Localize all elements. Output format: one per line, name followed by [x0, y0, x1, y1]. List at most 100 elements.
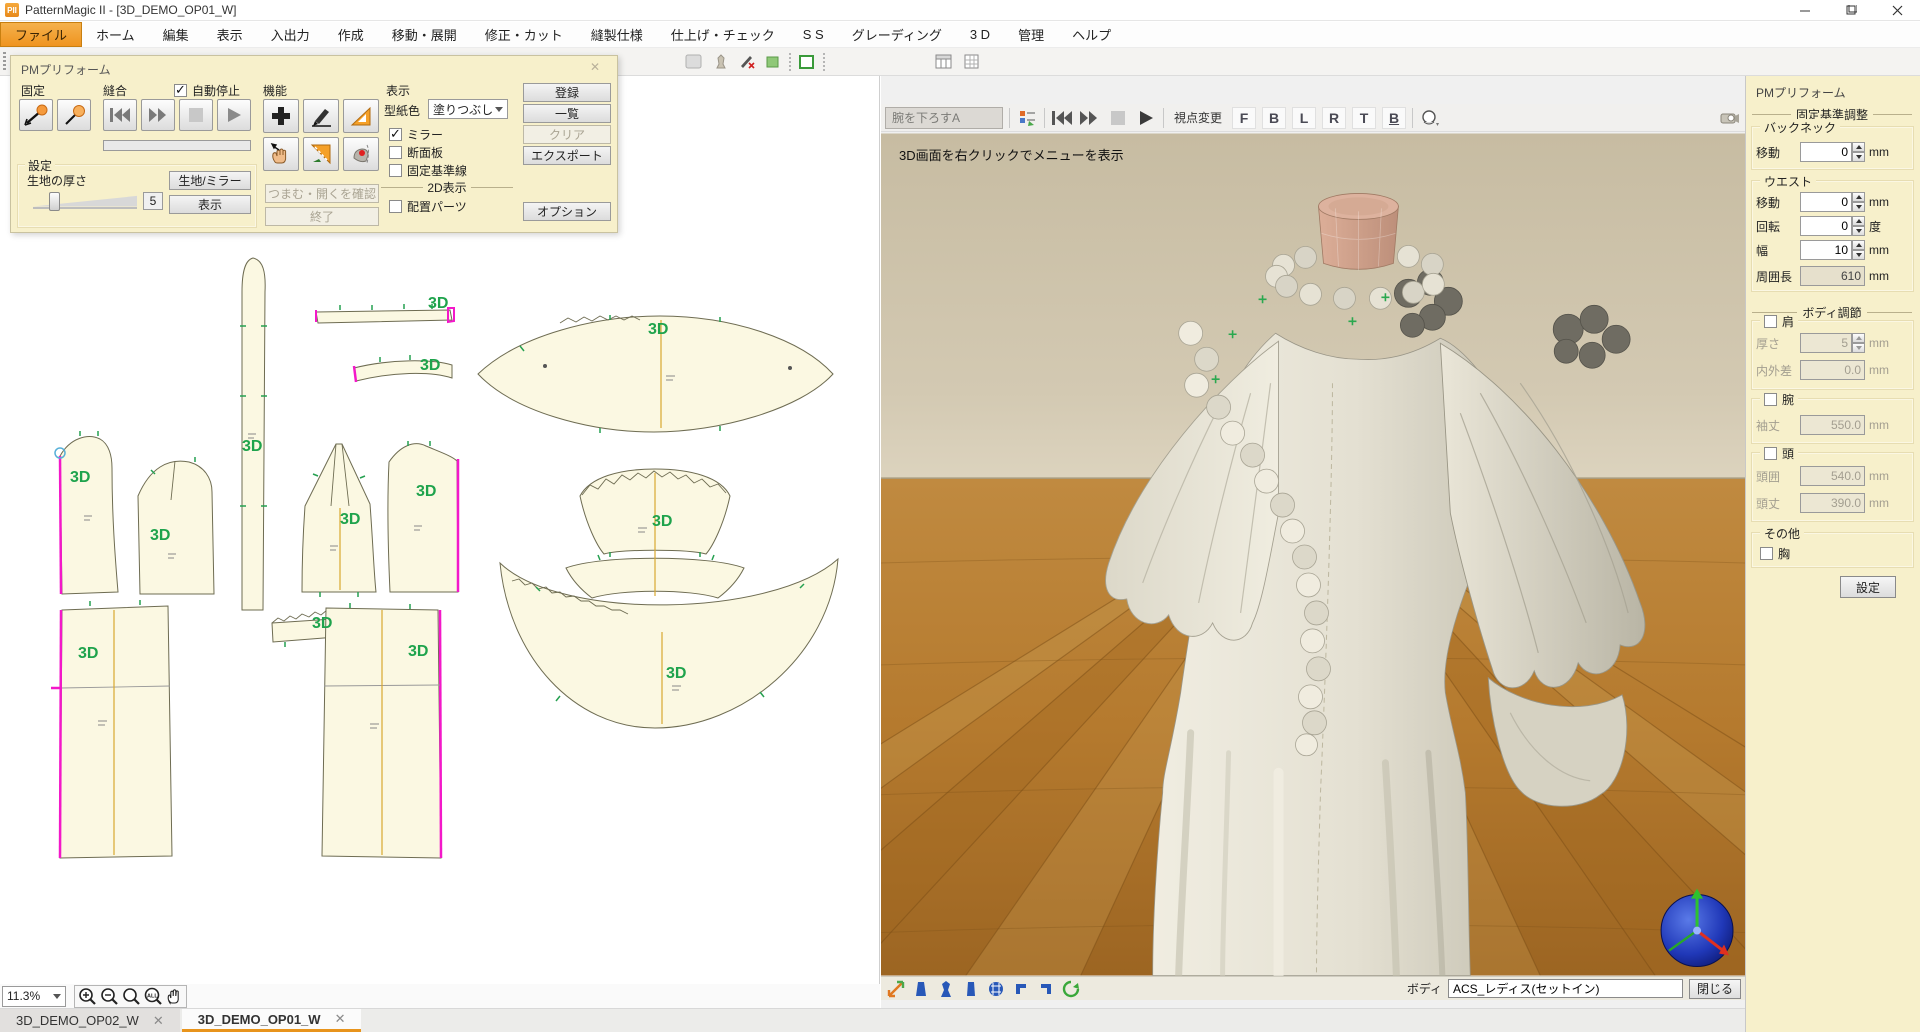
waist-rotate-input[interactable] — [1800, 216, 1852, 236]
view-left-button[interactable]: L — [1292, 107, 1316, 129]
sew-stop-button[interactable] — [179, 99, 213, 131]
placed-parts-checkbox[interactable]: 配置パーツ — [389, 198, 467, 215]
corner-right-icon[interactable] — [1035, 978, 1057, 1000]
sim-skip-start-button[interactable] — [1051, 107, 1073, 129]
view-front-button[interactable]: F — [1232, 107, 1256, 129]
edit-delete-icon[interactable] — [737, 52, 757, 72]
menu-3d[interactable]: 3 D — [956, 22, 1004, 47]
pin-fix-button[interactable] — [19, 99, 53, 131]
waist-width-input[interactable] — [1800, 240, 1852, 260]
pan-hand-icon[interactable] — [166, 987, 183, 1006]
tab-close-icon[interactable]: ✕ — [153, 1013, 164, 1029]
scene-3d-viewport[interactable]: 3D画面を右クリックでメニューを表示 — [881, 133, 1745, 976]
mirror-checkbox[interactable]: ミラー — [389, 126, 443, 143]
view-right-button[interactable]: R — [1322, 107, 1346, 129]
export-button[interactable]: エクスポート — [523, 146, 611, 165]
menu-manage[interactable]: 管理 — [1004, 22, 1058, 47]
tab-close-icon[interactable]: ✕ — [335, 1011, 346, 1027]
zoom-out-icon[interactable] — [100, 987, 119, 1006]
fixed-baseline-checkbox-box[interactable] — [389, 164, 402, 177]
end-button[interactable]: 終了 — [265, 207, 379, 226]
fabric-mirror-button[interactable]: 生地/ミラー — [169, 171, 251, 190]
pattern-piece-skirt-left[interactable] — [51, 600, 172, 858]
backneck-move-spinner[interactable] — [1852, 142, 1865, 162]
maximize-button[interactable] — [1828, 0, 1874, 21]
view-top-button[interactable]: T — [1352, 107, 1376, 129]
pattern-piece-band[interactable] — [240, 258, 267, 610]
pin-single-button[interactable] — [57, 99, 91, 131]
zoom-window-icon[interactable] — [122, 987, 141, 1006]
pattern-color-dropdown[interactable]: 塗りつぶし — [428, 99, 508, 119]
animation-list-icon[interactable] — [1016, 107, 1038, 129]
press-pin-button[interactable] — [343, 137, 379, 171]
menu-move-expand[interactable]: 移動・展開 — [378, 22, 471, 47]
waist-move-input[interactable] — [1800, 192, 1852, 212]
head-checkbox[interactable] — [1764, 447, 1777, 460]
waist-rotate-spinner[interactable] — [1852, 216, 1865, 236]
chest-checkbox[interactable] — [1760, 547, 1773, 560]
zoom-in-icon[interactable] — [78, 987, 97, 1006]
minimize-button[interactable] — [1782, 0, 1828, 21]
green-chip-icon[interactable] — [763, 52, 783, 72]
tab-3d-demo-op01[interactable]: 3D_DEMO_OP01_W ✕ — [182, 1009, 362, 1032]
waist-move-spinner[interactable] — [1852, 192, 1865, 212]
fold-button[interactable] — [303, 137, 339, 171]
fabric-thickness-slider-thumb[interactable] — [49, 192, 60, 211]
close-3d-button[interactable]: 閉じる — [1689, 979, 1741, 999]
light-icon[interactable] — [1419, 107, 1441, 129]
mirror-checkbox-box[interactable] — [389, 128, 402, 141]
show-button[interactable]: 表示 — [169, 195, 251, 214]
pattern-piece-bodice-b[interactable] — [138, 457, 214, 594]
fixed-baseline-checkbox[interactable]: 固定基準線 — [389, 162, 467, 179]
pattern-piece-hat-crown[interactable] — [566, 469, 744, 598]
menu-sewing-spec[interactable]: 縫製仕様 — [577, 22, 657, 47]
pattern-piece-bodice-c[interactable] — [302, 444, 376, 597]
shoulder-checkbox[interactable] — [1764, 315, 1777, 328]
zoom-level-combo[interactable]: 11.3% — [2, 986, 66, 1007]
register-button[interactable]: 登録 — [523, 83, 611, 102]
body-input[interactable] — [1448, 979, 1683, 998]
menu-modify-cut[interactable]: 修正・カット — [471, 22, 577, 47]
arm-checkbox[interactable] — [1764, 393, 1777, 406]
pattern-back-icon[interactable] — [960, 978, 982, 1000]
pattern-piece-bodice-d[interactable] — [388, 441, 458, 592]
arm-down-button[interactable]: 腕を下ろすA — [885, 107, 1003, 129]
sew-skip-start-button[interactable] — [103, 99, 137, 131]
mannequin-tool-icon[interactable] — [711, 52, 731, 72]
sim-play-button[interactable] — [1135, 107, 1157, 129]
zoom-all-icon[interactable]: ALL — [144, 987, 163, 1006]
chest-checkbox-row[interactable]: 胸 — [1760, 545, 1790, 562]
disabled-tool-icon[interactable] — [684, 52, 704, 72]
option-button[interactable]: オプション — [523, 202, 611, 221]
refresh-icon[interactable] — [1060, 978, 1082, 1000]
menu-ss[interactable]: S S — [789, 22, 838, 47]
globe-grid-icon[interactable] — [985, 978, 1007, 1000]
placed-parts-checkbox-box[interactable] — [389, 200, 402, 213]
menu-finish-check[interactable]: 仕上げ・チェック — [657, 22, 789, 47]
auto-stop-checkbox[interactable]: 自動停止 — [174, 82, 240, 99]
pattern-piece-bodice-a[interactable] — [55, 431, 118, 594]
view-bottom-button[interactable]: B — [1382, 107, 1406, 129]
body-form-icon[interactable] — [935, 978, 957, 1000]
palette-close-icon[interactable]: ✕ — [587, 59, 603, 75]
sim-fast-forward-button[interactable] — [1079, 107, 1101, 129]
sim-stop-button[interactable] — [1107, 107, 1129, 129]
clear-button[interactable]: クリア — [523, 125, 611, 144]
backneck-move-input[interactable] — [1800, 142, 1852, 162]
sew-fast-forward-button[interactable] — [141, 99, 175, 131]
grid-tool-icon[interactable] — [962, 52, 982, 72]
confirm-pinch-open-button[interactable]: つまむ・開くを確認 — [265, 184, 379, 203]
sew-play-button[interactable] — [217, 99, 251, 131]
view-back-button[interactable]: B — [1262, 107, 1286, 129]
panel-settings-button[interactable]: 設定 — [1840, 576, 1896, 598]
section-board-checkbox[interactable]: 断面板 — [389, 144, 443, 161]
table-tool-icon[interactable] — [934, 52, 954, 72]
close-button[interactable] — [1874, 0, 1920, 21]
menu-home[interactable]: ホーム — [82, 22, 149, 47]
waist-width-spinner[interactable] — [1852, 240, 1865, 260]
menu-help[interactable]: ヘルプ — [1058, 22, 1125, 47]
section-board-checkbox-box[interactable] — [389, 146, 402, 159]
draw-line-button[interactable] — [303, 99, 339, 133]
resize-icon[interactable] — [885, 978, 907, 1000]
projector-icon[interactable] — [1719, 107, 1741, 129]
